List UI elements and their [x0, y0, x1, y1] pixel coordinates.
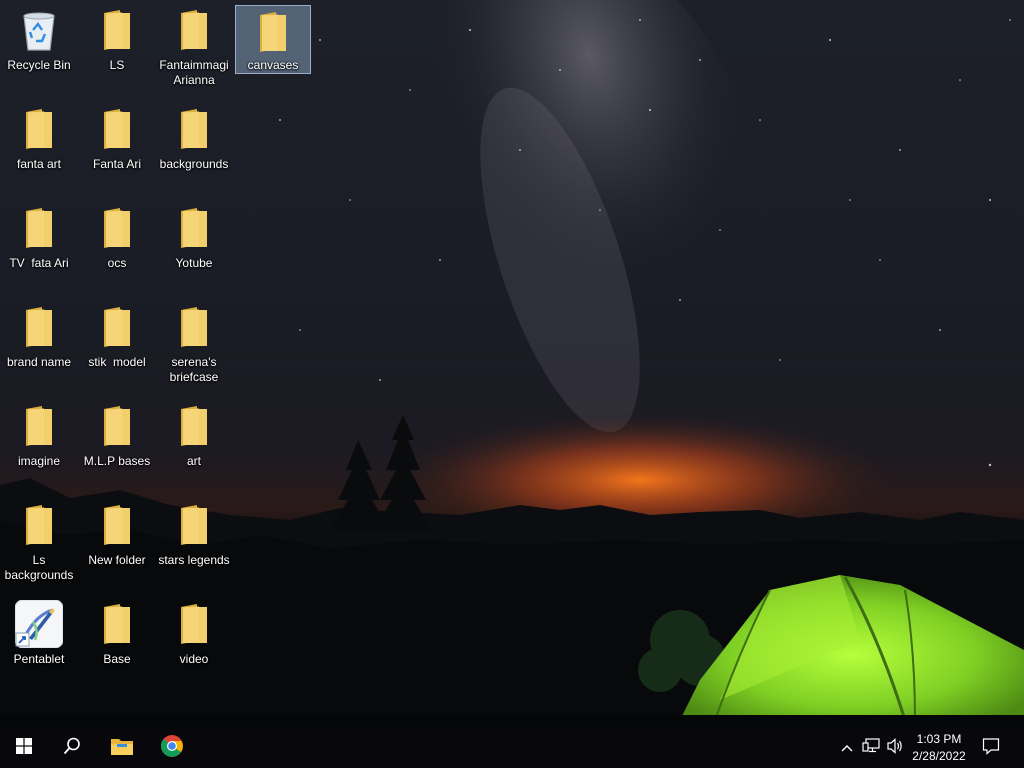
- folder-base[interactable]: Base: [79, 596, 155, 692]
- folder-mlp-bases[interactable]: M.L.P bases: [79, 398, 155, 494]
- pentablet-shortcut[interactable]: Pentablet: [1, 596, 77, 692]
- clock-time: 1:03 PM: [916, 732, 962, 746]
- folder-art[interactable]: art: [156, 398, 232, 494]
- folder-icon: [110, 736, 134, 761]
- folder-icon: [15, 105, 63, 153]
- icon-label: stars legends: [158, 553, 230, 567]
- clock[interactable]: 1:03 PM 2/28/2022: [900, 728, 978, 768]
- folder-ls[interactable]: LS: [79, 2, 155, 98]
- icon-label: fanta art: [16, 157, 62, 171]
- icon-label: Fantaimmagi Arianna: [159, 58, 229, 87]
- chevron-up-icon: [841, 739, 853, 757]
- icon-label: New folder: [88, 553, 146, 567]
- folder-backgrounds[interactable]: backgrounds: [156, 101, 232, 197]
- folder-stars-legends[interactable]: stars legends: [156, 497, 232, 593]
- folder-video[interactable]: video: [156, 596, 232, 692]
- folder-fantaimmagi-arianna[interactable]: Fantaimmagi Arianna: [156, 2, 232, 98]
- recycle-bin-icon: [15, 6, 63, 54]
- icon-label: Pentablet: [13, 652, 65, 666]
- recycle-bin-icon-item[interactable]: Recycle Bin: [1, 2, 77, 98]
- folder-serenas-briefcase[interactable]: serena's briefcase: [156, 299, 232, 395]
- folder-icon: [170, 6, 218, 54]
- icon-label: serena's briefcase: [169, 355, 219, 384]
- folder-tv-fata-ari[interactable]: TV fata Ari: [1, 200, 77, 296]
- icon-label: video: [179, 652, 209, 666]
- folder-icon: [170, 501, 218, 549]
- folder-yotube[interactable]: Yotube: [156, 200, 232, 296]
- icon-label: brand name: [6, 355, 72, 369]
- folder-icon: [93, 501, 141, 549]
- icon-label: canvases: [247, 58, 299, 72]
- folder-icon: [93, 105, 141, 153]
- icon-label: Ls backgrounds: [4, 553, 74, 582]
- icon-label: Recycle Bin: [7, 58, 71, 72]
- icon-label: LS: [109, 58, 125, 72]
- folder-icon: [15, 402, 63, 450]
- folder-icon: [170, 105, 218, 153]
- folder-imagine[interactable]: imagine: [1, 398, 77, 494]
- folder-icon: [249, 10, 297, 54]
- folder-icon: [15, 303, 63, 351]
- icon-label: Base: [103, 652, 131, 666]
- folder-ls-backgrounds[interactable]: Ls backgrounds: [1, 497, 77, 593]
- icon-label: imagine: [17, 454, 61, 468]
- folder-icon: [93, 303, 141, 351]
- icon-label: Yotube: [175, 256, 213, 270]
- desktop: Recycle Bin LS Fantaimmagi Arianna canva…: [0, 0, 1024, 728]
- windows-logo-icon: [16, 737, 32, 759]
- icon-label: Fanta Ari: [92, 157, 142, 171]
- icon-label: stik model: [88, 355, 146, 369]
- chrome-button[interactable]: [148, 728, 196, 768]
- folder-brand-name[interactable]: brand name: [1, 299, 77, 395]
- taskbar: 1:03 PM 2/28/2022: [0, 728, 1024, 768]
- clock-date: 2/28/2022: [912, 749, 966, 763]
- network-button[interactable]: [860, 728, 882, 768]
- notification-icon: [982, 737, 1000, 760]
- icon-label: backgrounds: [159, 157, 229, 171]
- folder-icon: [93, 600, 141, 648]
- network-icon: [862, 737, 880, 759]
- folder-canvases[interactable]: canvases: [235, 5, 311, 74]
- folder-fanta-ari[interactable]: Fanta Ari: [79, 101, 155, 197]
- folder-icon: [170, 204, 218, 252]
- folder-icon: [170, 600, 218, 648]
- folder-icon: [170, 303, 218, 351]
- icon-label: M.L.P bases: [83, 454, 151, 468]
- search-icon: [63, 737, 81, 760]
- folder-fanta-art[interactable]: fanta art: [1, 101, 77, 197]
- search-button[interactable]: [48, 728, 96, 768]
- folder-icon: [93, 402, 141, 450]
- file-explorer-button[interactable]: [98, 728, 146, 768]
- show-hidden-icons-button[interactable]: [838, 728, 856, 768]
- folder-icon: [93, 6, 141, 54]
- pentablet-icon: [15, 600, 63, 648]
- action-center-button[interactable]: [976, 728, 1006, 768]
- folder-icon: [15, 501, 63, 549]
- folder-icon: [170, 402, 218, 450]
- folder-icon: [15, 204, 63, 252]
- folder-new-folder[interactable]: New folder: [79, 497, 155, 593]
- icon-label: ocs: [107, 256, 127, 270]
- chrome-icon: [160, 734, 184, 763]
- icon-label: TV fata Ari: [9, 256, 69, 270]
- folder-icon: [93, 204, 141, 252]
- folder-ocs[interactable]: ocs: [79, 200, 155, 296]
- icon-label: art: [186, 454, 201, 468]
- folder-stik-model[interactable]: stik model: [79, 299, 155, 395]
- start-button[interactable]: [0, 728, 48, 768]
